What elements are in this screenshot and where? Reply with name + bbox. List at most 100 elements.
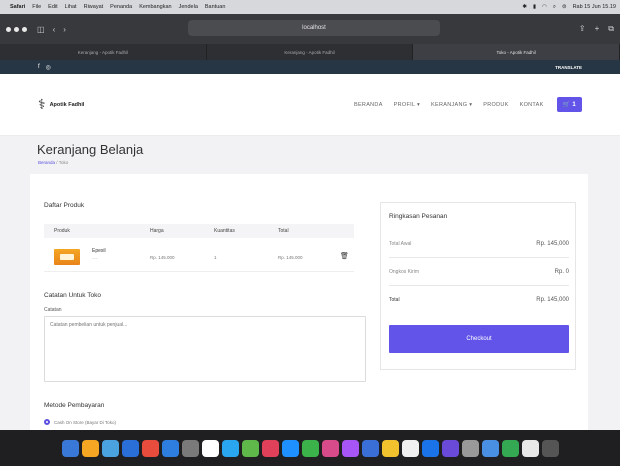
dock-app-icon[interactable] [201, 439, 219, 457]
dock-app-icon[interactable] [81, 439, 99, 457]
col-price: Harga [150, 228, 164, 234]
new-tab-icon[interactable]: + [595, 24, 600, 34]
summary-shipping-row: Ongkos Kirim Rp. 0 [389, 269, 569, 275]
menu-develop[interactable]: Kembangkan [139, 4, 171, 10]
subtotal-label: Total Awal [389, 241, 412, 247]
address-bar[interactable]: localhost [188, 20, 440, 36]
summary-subtotal-row: Total Awal Rp. 145,000 [389, 241, 569, 247]
menu-edit[interactable]: Edit [48, 4, 57, 10]
nav-contact[interactable]: KONTAK [520, 102, 544, 108]
product-qty[interactable]: 1 [214, 255, 217, 260]
shipping-label: Ongkos Kirim [389, 269, 420, 275]
menu-bar: Safari File Edit Lihat Riwayat Penanda K… [0, 0, 620, 14]
menu-window[interactable]: Jendela [179, 4, 198, 10]
notes-textarea[interactable] [44, 316, 366, 382]
tab-overview-icon[interactable]: ⧉ [608, 24, 614, 34]
menu-bookmarks[interactable]: Penanda [110, 4, 132, 10]
dock-app-icon[interactable] [481, 439, 499, 457]
status-area: ✱ ▮ ◠ ⌕ ⊜ Rab 15 Jun 15.19 [522, 4, 616, 11]
menu-help[interactable]: Bantuan [205, 4, 226, 10]
nav-profile[interactable]: PROFIL ▾ [394, 102, 420, 108]
menu-view[interactable]: Lihat [65, 4, 77, 10]
trash-icon[interactable]: 🗑 [340, 252, 349, 260]
battery-icon[interactable]: ▮ [533, 4, 536, 10]
table-row: Epexil ----- Rp. 145.000 1 Rp. 145.000 🗑 [44, 242, 354, 272]
tab-1[interactable]: Keranjang - Apotik Fadhil [0, 44, 207, 60]
dock-app-icon[interactable] [141, 439, 159, 457]
product-image[interactable] [54, 249, 80, 265]
dock-app-icon[interactable] [281, 439, 299, 457]
dock-app-icon[interactable] [541, 439, 559, 457]
dock-app-icon[interactable] [181, 439, 199, 457]
logo-text: Apotik Fadhil [49, 101, 85, 108]
dock-app-icon[interactable] [321, 439, 339, 457]
shipping-value: Rp. 0 [554, 269, 569, 275]
dock-app-icon[interactable] [261, 439, 279, 457]
dock-app-icon[interactable] [101, 439, 119, 457]
dock-app-icon[interactable] [221, 439, 239, 457]
nav-home[interactable]: BERANDA [354, 102, 383, 108]
menu-history[interactable]: Riwayat [84, 4, 104, 10]
total-label: Total [389, 297, 400, 303]
dock-app-icon[interactable] [461, 439, 479, 457]
dock-app-icon[interactable] [61, 439, 79, 457]
zoom-window-button[interactable] [22, 26, 27, 32]
facebook-icon[interactable]: f [38, 64, 40, 71]
dock-app-icon[interactable] [401, 439, 419, 457]
dock-app-icon[interactable] [341, 439, 359, 457]
dock-app-icon[interactable] [521, 439, 539, 457]
translate-link[interactable]: TRANSLATE [555, 65, 582, 70]
dock-app-icon[interactable] [161, 439, 179, 457]
tab-strip: Keranjang - Apotik Fadhil Keranjang - Ap… [0, 44, 620, 60]
dock-app-icon[interactable] [381, 439, 399, 457]
bluetooth-icon[interactable]: ✱ [522, 4, 527, 10]
col-total: Total [278, 228, 289, 234]
breadcrumb-home[interactable]: Beranda [38, 160, 55, 165]
dock-app-icon[interactable] [121, 439, 139, 457]
forward-icon[interactable]: › [63, 25, 66, 34]
dock-app-icon[interactable] [301, 439, 319, 457]
back-icon[interactable]: ‹ [53, 25, 56, 34]
menu-app-name[interactable]: Safari [10, 4, 25, 10]
dock-app-icon[interactable] [241, 439, 259, 457]
payment-radio[interactable] [44, 419, 50, 425]
product-name[interactable]: Epexil [92, 248, 106, 254]
payment-title: Metode Pembayaran [44, 402, 105, 409]
summary-total-row: Total Rp. 145,000 [389, 297, 569, 303]
summary-divider [389, 285, 569, 286]
window-controls [6, 26, 27, 32]
dock-app-icon[interactable] [501, 439, 519, 457]
site-logo[interactable]: ⚕ Apotik Fadhil [38, 96, 84, 113]
product-total: Rp. 145.000 [278, 255, 303, 260]
products-title: Daftar Produk [44, 202, 85, 209]
tab-3-active[interactable]: Toko - Apotik Fadhil [413, 44, 620, 60]
summary-divider [389, 257, 569, 258]
wifi-icon[interactable]: ◠ [542, 4, 547, 10]
checkout-button[interactable]: Checkout [389, 325, 569, 353]
notes-title: Catatan Untuk Toko [44, 292, 101, 299]
payment-option[interactable]: Cash On Store (Bayar Di Toko) [44, 419, 116, 425]
menu-file[interactable]: File [32, 4, 41, 10]
minimize-window-button[interactable] [14, 26, 19, 32]
dock-app-icon[interactable] [361, 439, 379, 457]
nav-products[interactable]: PRODUK [483, 102, 508, 108]
share-icon[interactable]: ⇪ [579, 24, 586, 34]
dock-app-icon[interactable] [421, 439, 439, 457]
dock-app-icon[interactable] [441, 439, 459, 457]
col-qty: Kuantitas [214, 228, 235, 234]
toolbar-right: ⇪ + ⧉ [579, 24, 614, 34]
clock[interactable]: Rab 15 Jun 15.19 [573, 4, 616, 10]
subtotal-value: Rp. 145,000 [536, 241, 569, 247]
products-table-header: Produk Harga Kuantitas Total [44, 224, 354, 238]
sidebar-icon[interactable]: ◫ [37, 25, 45, 34]
close-window-button[interactable] [6, 26, 11, 32]
product-price: Rp. 145.000 [150, 255, 175, 260]
tab-2[interactable]: Keranjang - Apotik Fadhil [207, 44, 414, 60]
control-center-icon[interactable]: ⊜ [562, 4, 567, 10]
dock [0, 430, 620, 466]
breadcrumb-separator: / [56, 160, 58, 165]
cart-button[interactable]: 🛒 1 [556, 97, 582, 112]
instagram-icon[interactable]: ◎ [46, 64, 51, 71]
nav-cart[interactable]: KERANJANG ▾ [431, 102, 472, 108]
search-icon[interactable]: ⌕ [553, 4, 556, 11]
